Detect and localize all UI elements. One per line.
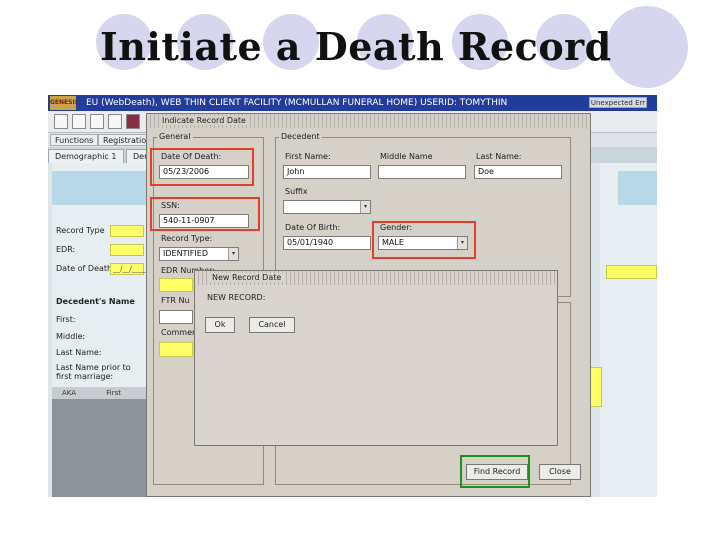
new-record-title: New Record Date [209, 273, 285, 282]
date-of-death-field[interactable]: __/__/____ [110, 263, 146, 275]
aka-grid[interactable] [52, 387, 148, 497]
date-of-birth-input[interactable]: 05/01/1940 [283, 236, 371, 250]
date-of-death-label: Date of Death: [56, 264, 115, 273]
first-name-label: First Name: [285, 152, 331, 161]
grid-header-first: First [106, 389, 122, 397]
date-of-birth-label: Date Of Birth: [285, 223, 341, 232]
first-name-input[interactable]: John [283, 165, 371, 179]
right-header-band [618, 171, 657, 205]
app-title-bar: GENESIS EU (WebDeath), WEB THIN CLIENT F… [48, 95, 657, 111]
record-type-label: Record Type [56, 226, 105, 235]
chevron-down-icon[interactable]: ▾ [360, 201, 370, 213]
last-name-label: Last Name: [56, 348, 102, 357]
ftr-number-label: FTR Nu [161, 296, 190, 305]
record-type-field[interactable] [110, 225, 144, 237]
new-record-message: NEW RECORD: [207, 293, 266, 302]
book-icon[interactable] [126, 114, 140, 129]
document-icon[interactable] [90, 114, 104, 129]
new-record-date-dialog: New Record Date NEW RECORD: Ok Cancel [194, 270, 558, 446]
genesis-logo: GENESIS [50, 96, 79, 110]
comments-field[interactable] [159, 342, 193, 357]
decor-circle [606, 6, 688, 88]
new-record-title-bar[interactable]: New Record Date [195, 271, 557, 285]
window-title: EU (WebDeath), WEB THIN CLIENT FACILITY … [86, 98, 508, 108]
ok-button[interactable]: Ok [205, 317, 235, 333]
suffix-select[interactable]: ▾ [283, 200, 371, 214]
find-record-highlight [460, 455, 530, 488]
edr-label: EDR: [56, 245, 76, 254]
right-yellow-field[interactable] [606, 265, 657, 279]
edr-field[interactable] [110, 244, 144, 256]
middle-label: Middle: [56, 332, 86, 341]
last-name-input[interactable]: Doe [474, 165, 562, 179]
last-name-prior-label: Last Name prior to first marriage: [56, 363, 131, 381]
record-type-value: IDENTIFIED [163, 249, 208, 258]
right-form-panel [600, 163, 657, 497]
aka-grid-header: AKA First [52, 387, 148, 399]
ftr-number-input[interactable] [159, 310, 193, 324]
gender-highlight [372, 221, 476, 259]
slide-title: Initiate a Death Record [100, 24, 612, 69]
record-type-select[interactable]: IDENTIFIED ▾ [159, 247, 239, 261]
grid-header-aka: AKA [62, 389, 77, 397]
middle-name-label: Middle Name [380, 152, 433, 161]
edr-number-field[interactable] [159, 278, 193, 292]
form-header-band [52, 171, 148, 205]
menu-registration[interactable]: Registratio [98, 134, 152, 146]
date-of-death-highlight [150, 148, 254, 186]
general-group-label: General [157, 132, 193, 141]
menu-functions[interactable]: Functions [50, 134, 99, 146]
dialog-title: Indicate Record Date [159, 116, 249, 125]
print-icon[interactable] [108, 114, 122, 129]
dialog-title-bar[interactable]: Indicate Record Date [147, 114, 590, 128]
record-type-label: Record Type: [161, 234, 213, 243]
middle-name-input[interactable] [378, 165, 466, 179]
save-icon[interactable] [54, 114, 68, 129]
decedent-name-heading: Decedent's Name [56, 297, 135, 306]
close-button[interactable]: Close [539, 464, 581, 480]
first-label: First: [56, 315, 76, 324]
decedent-group-label: Decedent [279, 132, 322, 141]
ssn-highlight [150, 197, 260, 231]
unexpected-error-button[interactable]: Unexpected Err [589, 97, 647, 108]
last-name-label: Last Name: [476, 152, 522, 161]
tab-demographic-1[interactable]: Demographic 1 [48, 149, 124, 163]
suffix-label: Suffix [285, 187, 308, 196]
chevron-down-icon[interactable]: ▾ [228, 248, 238, 260]
cancel-button[interactable]: Cancel [249, 317, 295, 333]
list-icon[interactable] [72, 114, 86, 129]
